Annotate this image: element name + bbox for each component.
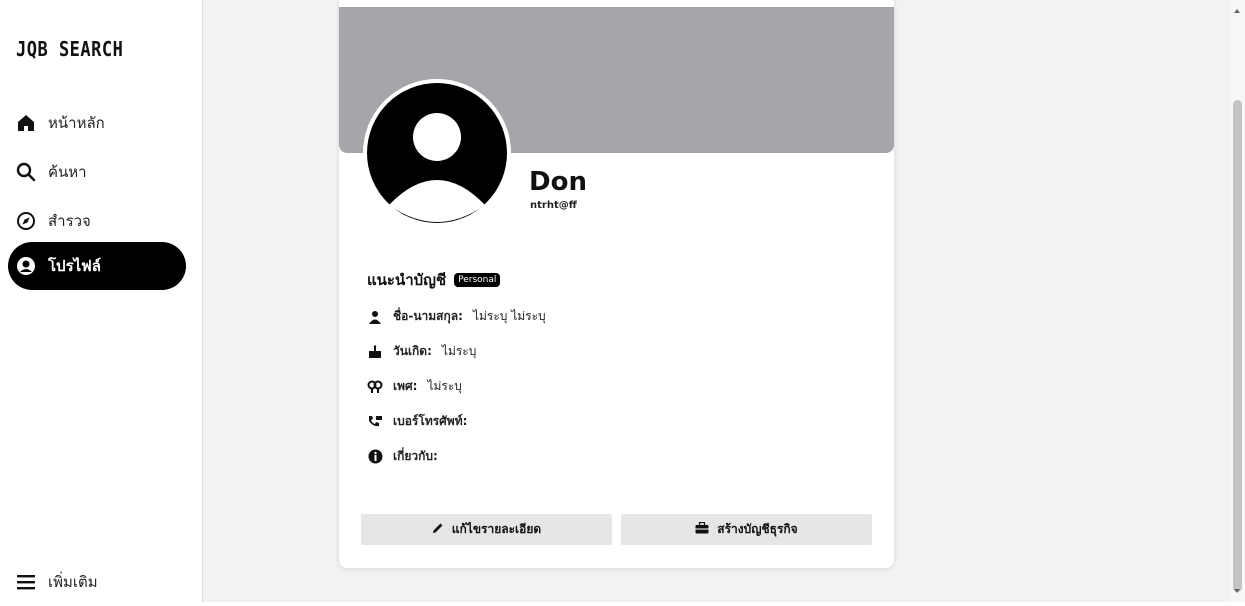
info-row-about: เกี่ยวกับ: bbox=[367, 447, 448, 466]
phone-label: เบอร์โทรศัพท์: bbox=[393, 414, 468, 428]
sidebar-item-search[interactable]: ค้นหา bbox=[8, 148, 186, 196]
edit-profile-button[interactable]: แก้ไขรายละเอียด bbox=[361, 514, 612, 545]
gender-label: เพศ: bbox=[393, 379, 418, 393]
pencil-icon bbox=[432, 522, 444, 537]
home-icon bbox=[16, 113, 36, 133]
profile-name: Don bbox=[529, 167, 587, 197]
page-scrollbar[interactable] bbox=[1230, 0, 1245, 602]
scrollbar-thumb[interactable] bbox=[1233, 100, 1242, 592]
create-business-label: สร้างบัญชีธุรกิจ bbox=[717, 522, 798, 536]
sidebar-item-home[interactable]: หน้าหลัก bbox=[8, 99, 186, 147]
person-icon bbox=[367, 309, 383, 325]
about-label: เกี่ยวกับ: bbox=[393, 449, 438, 463]
menu-icon bbox=[16, 572, 36, 592]
account-type-badge: Personal bbox=[454, 273, 501, 287]
info-row-phone: เบอร์โทรศัพท์: bbox=[367, 412, 477, 431]
avatar[interactable] bbox=[363, 79, 511, 227]
create-business-account-button[interactable]: สร้างบัญชีธุรกิจ bbox=[621, 514, 872, 545]
about-title-text: แนะนำบัญชี bbox=[367, 271, 447, 289]
birthday-label: วันเกิด: bbox=[393, 344, 432, 358]
sidebar-item-label: ค้นหา bbox=[48, 163, 87, 181]
compass-icon bbox=[16, 211, 36, 231]
profile-icon bbox=[16, 256, 36, 276]
phone-icon bbox=[367, 414, 383, 430]
info-row-name: ชื่อ-นามสกุล: ไม่ระบุ ไม่ระบุ bbox=[367, 307, 546, 326]
sidebar-item-label: เพิ่มเติม bbox=[48, 573, 98, 591]
scroll-down-arrow-icon[interactable] bbox=[1234, 589, 1240, 593]
profile-card: Don ntrht@ff แนะนำบัญชี Personal ชื่อ-นา… bbox=[339, 0, 894, 568]
info-row-birthday: วันเกิด: ไม่ระบุ bbox=[367, 342, 476, 361]
sidebar: JQB SEARCH หน้าหลัก ค้นหา สำรวจ โปรไฟล์ … bbox=[0, 0, 203, 602]
sidebar-item-label: หน้าหลัก bbox=[48, 114, 105, 132]
sidebar-item-more[interactable]: เพิ่มเติม bbox=[8, 558, 186, 606]
about-section-title: แนะนำบัญชี Personal bbox=[367, 268, 501, 292]
name-value: ไม่ระบุ ไม่ระบุ bbox=[472, 309, 546, 323]
info-row-gender: เพศ: ไม่ระบุ bbox=[367, 377, 462, 396]
birthday-value: ไม่ระบุ bbox=[441, 344, 477, 358]
birthday-cake-icon bbox=[367, 344, 383, 360]
sidebar-item-profile[interactable]: โปรไฟล์ bbox=[8, 242, 186, 290]
edit-profile-label: แก้ไขรายละเอียด bbox=[451, 522, 542, 536]
main-content: Don ntrht@ff แนะนำบัญชี Personal ชื่อ-นา… bbox=[203, 0, 1230, 602]
search-icon bbox=[16, 162, 36, 182]
gender-icon bbox=[367, 379, 383, 395]
scroll-up-arrow-icon[interactable] bbox=[1234, 9, 1240, 13]
sidebar-item-label: โปรไฟล์ bbox=[48, 257, 101, 275]
briefcase-icon bbox=[695, 521, 709, 537]
app-logo[interactable]: JQB SEARCH bbox=[16, 38, 123, 62]
sidebar-item-label: สำรวจ bbox=[48, 212, 91, 230]
sidebar-item-explore[interactable]: สำรวจ bbox=[8, 197, 186, 245]
name-label: ชื่อ-นามสกุล: bbox=[393, 309, 463, 323]
gender-value: ไม่ระบุ bbox=[427, 379, 462, 393]
profile-email: ntrht@ff bbox=[530, 200, 577, 211]
info-icon bbox=[367, 449, 383, 465]
